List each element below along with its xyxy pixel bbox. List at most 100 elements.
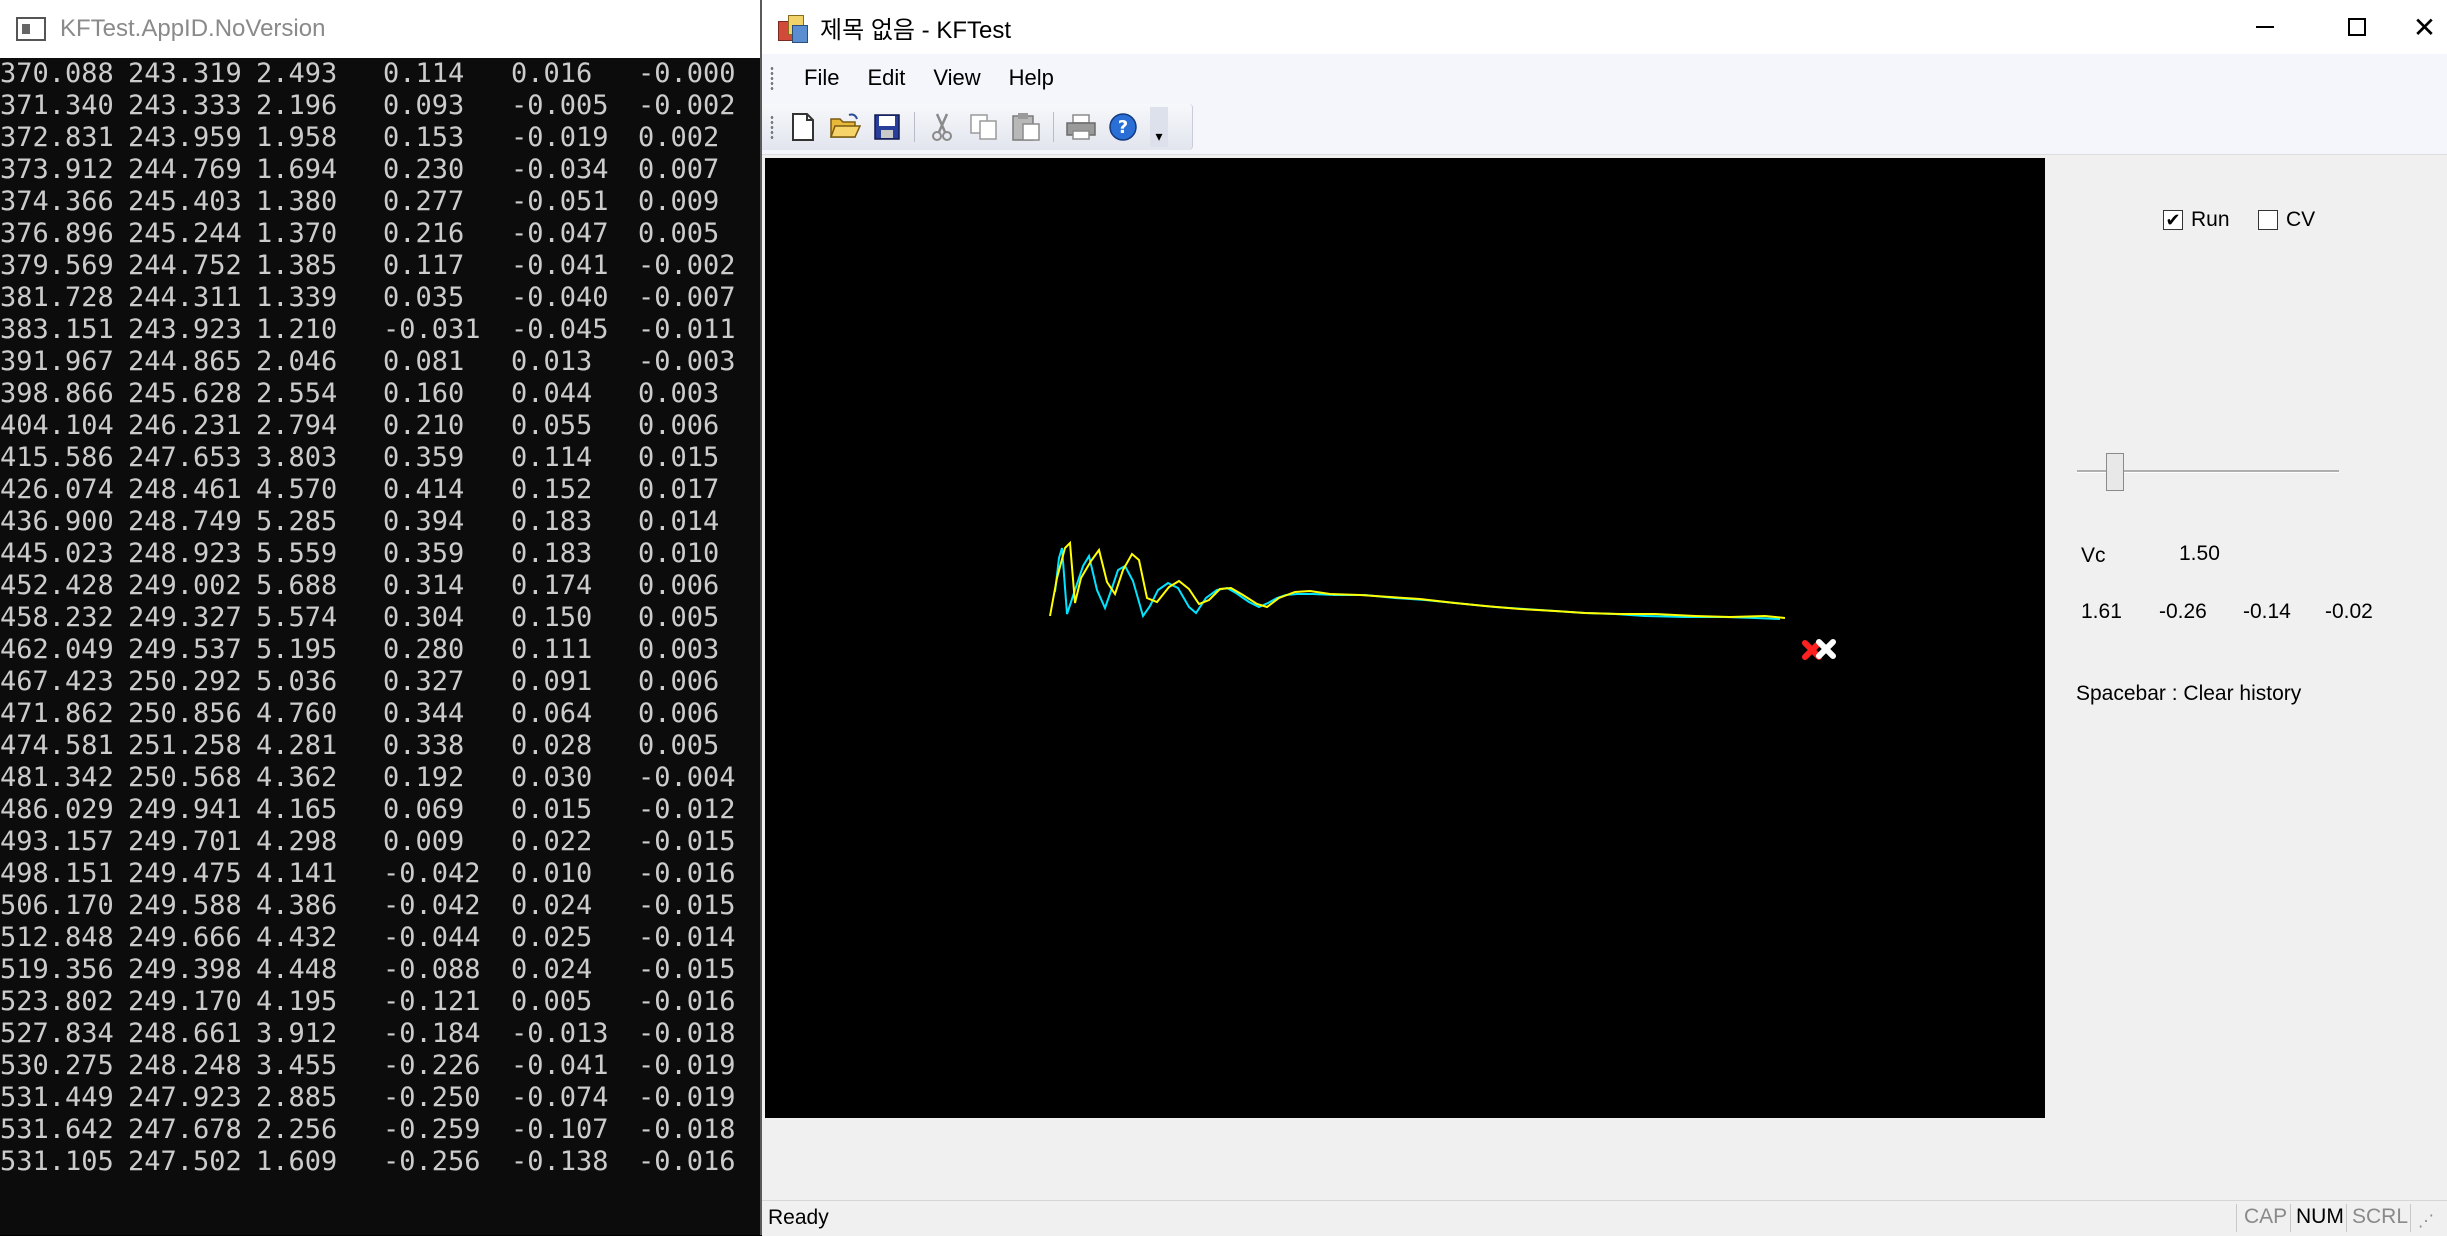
kftest-title-bar[interactable]: 제목 없음 - KFTest ✕: [762, 0, 2447, 54]
console-value: 0.025: [511, 922, 593, 953]
console-line: 531.449 247.923 2.885 -0.250 -0.074 -0.019: [0, 1082, 760, 1114]
console-value: 250.292: [128, 666, 242, 697]
status-separator: [2236, 1204, 2237, 1232]
console-value: 247.653: [128, 442, 242, 473]
console-value: 2.493: [256, 58, 338, 89]
cut-button[interactable]: [925, 110, 959, 144]
console-window[interactable]: KFTest.AppID.NoVersion 370.088 243.319 2.4…: [0, 0, 760, 1235]
console-value: 4.195: [256, 986, 338, 1017]
save-button[interactable]: [870, 110, 904, 144]
resize-grip-icon[interactable]: ⋰: [2418, 1211, 2434, 1231]
console-line: 531.642 247.678 2.256 -0.259 -0.107 -0.018: [0, 1114, 760, 1146]
console-value: 0.152: [511, 474, 593, 505]
console-value: 0.009: [638, 186, 720, 217]
new-button[interactable]: [786, 110, 820, 144]
minimize-button[interactable]: [2219, 0, 2311, 54]
caps-lock-indicator: CAP: [2244, 1205, 2288, 1228]
console-value: 0.010: [638, 538, 720, 569]
console-value: 1.385: [256, 250, 338, 281]
menu-help[interactable]: Help: [995, 59, 1068, 97]
console-value: 249.327: [128, 602, 242, 633]
console-value: 245.628: [128, 378, 242, 409]
save-icon: [874, 114, 900, 140]
run-checkbox[interactable]: ✔ Run: [2163, 208, 2230, 232]
console-value: -0.047: [511, 218, 609, 249]
clear-history-hint: Spacebar : Clear history: [2076, 682, 2302, 705]
console-value: 531.105: [0, 1146, 114, 1177]
console-value: 247.678: [128, 1114, 242, 1145]
console-value: 391.967: [0, 346, 114, 377]
console-value: 0.359: [383, 538, 465, 569]
toolbar-overflow-button[interactable]: ▾: [1150, 107, 1168, 147]
console-value: 0.114: [511, 442, 593, 473]
close-button[interactable]: ✕: [2402, 0, 2447, 54]
open-button[interactable]: [828, 110, 862, 144]
new-icon: [792, 113, 814, 141]
console-line: 467.423 250.292 5.036 0.327 0.091 0.006: [0, 666, 760, 698]
status-text: Ready: [768, 1206, 829, 1229]
console-value: -0.011: [638, 314, 736, 345]
console-line: 519.356 249.398 4.448 -0.088 0.024 -0.015: [0, 954, 760, 986]
console-value: 250.568: [128, 762, 242, 793]
help-button[interactable]: ?: [1106, 110, 1140, 144]
console-value: 523.802: [0, 986, 114, 1017]
menu-bar: File Edit View Help: [762, 54, 2447, 102]
vc-label: Vc: [2081, 544, 2106, 567]
console-value: 248.923: [128, 538, 242, 569]
console-value: 245.244: [128, 218, 242, 249]
paste-button[interactable]: [1009, 110, 1043, 144]
console-line: 404.104 246.231 2.794 0.210 0.055 0.006: [0, 410, 760, 442]
console-value: 4.760: [256, 698, 338, 729]
copy-button[interactable]: [967, 110, 1001, 144]
console-value: 1.339: [256, 282, 338, 313]
maximize-button[interactable]: [2311, 0, 2403, 54]
console-value: 248.461: [128, 474, 242, 505]
console-value: 243.319: [128, 58, 242, 89]
toolbar-grip-icon[interactable]: [770, 115, 774, 139]
menu-view[interactable]: View: [919, 59, 994, 97]
console-line: 506.170 249.588 4.386 -0.042 0.024 -0.015: [0, 890, 760, 922]
checkmark-icon: ✔: [2165, 210, 2181, 230]
cv-checkbox[interactable]: CV: [2258, 208, 2315, 232]
console-value: 426.074: [0, 474, 114, 505]
console-value: 0.005: [638, 218, 720, 249]
menu-edit[interactable]: Edit: [853, 59, 919, 97]
cv-checkbox-label: CV: [2286, 208, 2316, 231]
console-value: 0.005: [638, 602, 720, 633]
toolbar: ? ▾: [762, 104, 1193, 150]
console-value: 0.414: [383, 474, 465, 505]
menu-file[interactable]: File: [790, 59, 853, 97]
status-separator: [2290, 1204, 2291, 1232]
console-value: 4.386: [256, 890, 338, 921]
console-value: 244.311: [128, 282, 242, 313]
console-value: 4.362: [256, 762, 338, 793]
console-value: 474.581: [0, 730, 114, 761]
console-value: 0.064: [511, 698, 593, 729]
vc-slider-thumb[interactable]: [2106, 453, 2125, 491]
console-value: -0.018: [638, 1114, 736, 1145]
menu-grip-icon[interactable]: [770, 66, 774, 90]
trajectory-plot[interactable]: [765, 158, 2045, 1118]
console-value: 481.342: [0, 762, 114, 793]
run-checkbox-label: Run: [2191, 208, 2230, 231]
console-value: -0.003: [638, 346, 736, 377]
console-value: -0.051: [511, 186, 609, 217]
console-value: 3.803: [256, 442, 338, 473]
console-value: -0.041: [511, 250, 609, 281]
print-button[interactable]: [1064, 110, 1098, 144]
console-value: -0.015: [638, 890, 736, 921]
console-value: -0.018: [638, 1018, 736, 1049]
kftest-window[interactable]: 제목 없음 - KFTest ✕ File Edit View Help ? ▾…: [762, 0, 2447, 1236]
console-value: -0.045: [511, 314, 609, 345]
toolbar-row: ? ▾: [762, 102, 2447, 155]
console-value: 1.694: [256, 154, 338, 185]
console-value: 372.831: [0, 122, 114, 153]
console-value: -0.031: [383, 314, 481, 345]
state-value-1: 1.61: [2081, 600, 2122, 623]
console-value: 3.912: [256, 1018, 338, 1049]
console-value: 0.314: [383, 570, 465, 601]
console-value: 471.862: [0, 698, 114, 729]
console-value: -0.044: [383, 922, 481, 953]
console-title-bar[interactable]: KFTest.AppID.NoVersion: [0, 0, 760, 58]
console-value: 0.277: [383, 186, 465, 217]
